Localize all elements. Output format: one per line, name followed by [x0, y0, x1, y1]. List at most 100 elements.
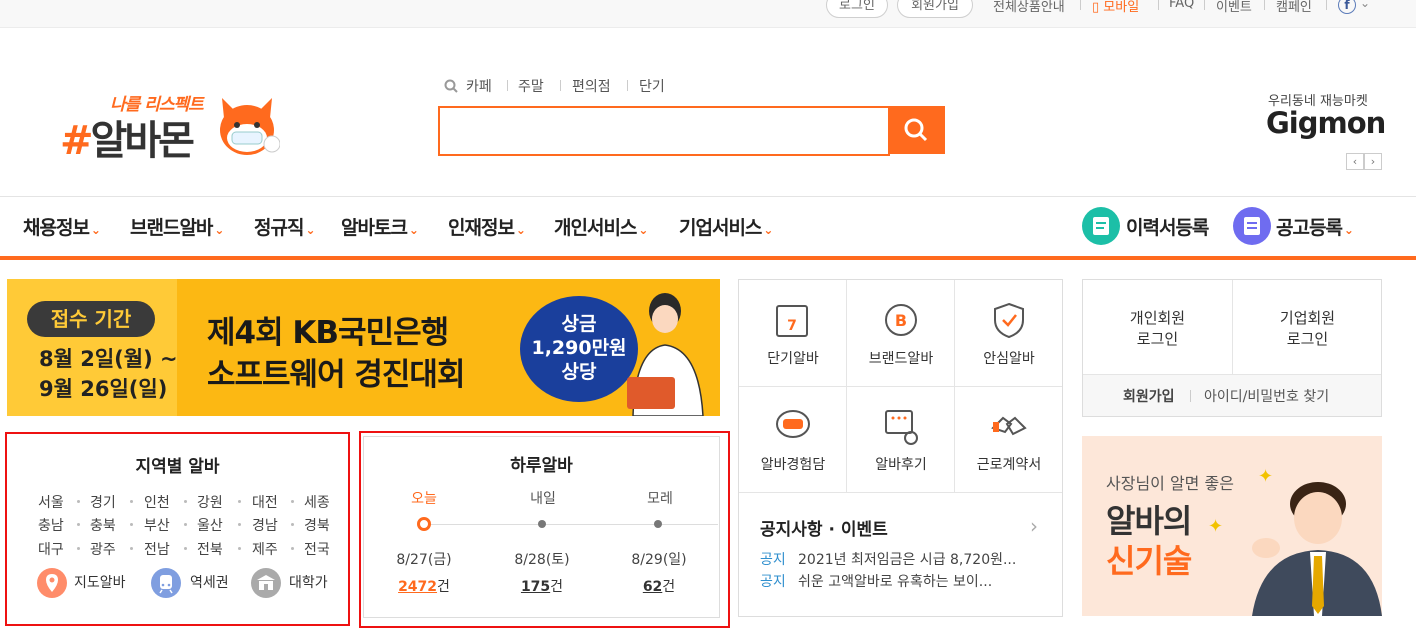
mobile-link[interactable]: ▯ 모바일 — [1092, 0, 1139, 15]
service-story[interactable]: 알바경험담 — [739, 386, 847, 492]
signup-link[interactable]: 회원가입 — [897, 0, 973, 18]
region-link[interactable]: 대전 — [252, 492, 278, 512]
side-ad-banner[interactable]: 사장님이 알면 좋은 ✦ 알바의 신기술 ✦ — [1082, 436, 1382, 616]
notice-item[interactable]: 쉬운 고액알바로 유혹하는 보이... — [798, 571, 992, 591]
region-link[interactable]: 강원 — [197, 492, 223, 512]
service-contract[interactable]: 근로계약서 — [955, 386, 1063, 492]
day-date: 8/28(토) — [514, 552, 570, 568]
separator-dot — [130, 500, 133, 503]
logo[interactable]: #알바몬 — [60, 108, 195, 166]
region-link[interactable]: 서울 — [38, 492, 64, 512]
day-date: 8/29(일) — [631, 552, 687, 568]
brand-badge-icon: B — [885, 304, 917, 336]
nav-talk[interactable]: 알바토크 ⌄ — [341, 213, 419, 240]
search-icon — [904, 118, 928, 142]
day-count-link[interactable]: 175건 — [492, 576, 592, 596]
chevron-down-icon: ⌄ — [214, 223, 224, 237]
region-link[interactable]: 인천 — [144, 492, 170, 512]
nav-fulltime[interactable]: 정규직 ⌄ — [254, 213, 316, 240]
products-link[interactable]: 전체상품안내 — [993, 0, 1065, 15]
separator-dot — [291, 500, 294, 503]
keyword-link[interactable]: 편의점 — [572, 76, 611, 96]
prev-arrow-icon[interactable]: ‹ — [1346, 153, 1364, 170]
login-label: 로그인 — [1286, 330, 1329, 348]
nav-label: 브랜드알바 — [130, 217, 213, 239]
day-tab-tomorrow[interactable]: 내일 — [503, 488, 583, 508]
keyword-link[interactable]: 주말 — [518, 76, 544, 96]
chevron-down-icon: ⌄ — [408, 223, 419, 237]
region-link[interactable]: 충북 — [90, 515, 116, 535]
login-label: 기업회원 — [1279, 309, 1336, 327]
gigmon-logo[interactable]: Gigmon — [1266, 106, 1386, 140]
search-input[interactable] — [438, 106, 890, 156]
timeline-dot-active — [417, 517, 431, 531]
university-jobs-link[interactable]: 대학가 — [289, 572, 328, 592]
service-short-term[interactable]: 7 단기알바 — [739, 280, 847, 386]
region-link[interactable]: 전국 — [304, 539, 330, 559]
region-link[interactable]: 충남 — [38, 515, 64, 535]
subway-icon — [151, 568, 181, 598]
chevron-down-icon: ⌄ — [763, 223, 773, 237]
region-link[interactable]: 대구 — [38, 539, 64, 559]
event-link[interactable]: 이벤트 — [1216, 0, 1252, 15]
service-review[interactable]: 알바후기 — [847, 386, 955, 492]
mobile-icon: ▯ — [1092, 0, 1100, 15]
login-label: 로그인 — [1136, 330, 1179, 348]
nav-corp-service[interactable]: 기업서비스 ⌄ — [679, 213, 773, 240]
corp-login-button[interactable]: 기업회원 로그인 — [1233, 308, 1382, 350]
service-brand[interactable]: B 브랜드알바 — [847, 280, 955, 386]
count-value: 62 — [642, 579, 663, 595]
nav-talent[interactable]: 인재정보 ⌄ — [448, 213, 526, 240]
chevron-down-icon[interactable]: ⌄ — [1360, 0, 1370, 10]
region-link[interactable]: 광주 — [90, 539, 116, 559]
nav-label: 개인서비스 — [554, 217, 637, 239]
personal-login-button[interactable]: 개인회원 로그인 — [1083, 308, 1232, 350]
day-tab-today[interactable]: 오늘 — [384, 488, 464, 508]
day-tab-day-after[interactable]: 모레 — [620, 488, 700, 508]
chevron-down-icon: ⌄ — [90, 223, 101, 237]
next-arrow-icon[interactable]: › — [1364, 153, 1382, 170]
map-jobs-link[interactable]: 지도알바 — [74, 572, 126, 592]
mascot-cat-icon — [220, 98, 280, 155]
service-label: 브랜드알바 — [868, 351, 934, 367]
promo-banner[interactable]: 접수 기간 8월 2일(월) ~ 9월 26일(일) 제4회 KB국민은행 소프… — [7, 279, 720, 416]
campaign-link[interactable]: 캠페인 — [1276, 0, 1312, 15]
divider — [507, 80, 508, 91]
panel-title: 하루알바 — [510, 456, 573, 476]
separator-dot — [77, 500, 80, 503]
sparkle-icon: ✦ — [1208, 516, 1224, 537]
region-link[interactable]: 전남 — [144, 539, 170, 559]
find-account-link[interactable]: 아이디/비밀번호 찾기 — [1204, 386, 1329, 406]
station-jobs-link[interactable]: 역세권 — [190, 572, 229, 592]
region-link[interactable]: 전북 — [197, 539, 223, 559]
calendar-icon: 7 — [776, 305, 808, 337]
region-link[interactable]: 경기 — [90, 492, 116, 512]
keyword-link[interactable]: 카페 — [466, 76, 492, 96]
keyword-link[interactable]: 단기 — [639, 76, 665, 96]
login-label: 개인회원 — [1129, 309, 1186, 327]
search-button[interactable] — [888, 106, 945, 154]
service-label: 단기알바 — [767, 351, 819, 367]
day-count-link[interactable]: 62건 — [609, 576, 709, 596]
chevron-down-icon: ⌄ — [515, 223, 526, 237]
job-post-button[interactable]: 공고등록 ⌄ — [1276, 213, 1354, 240]
service-safe[interactable]: 안심알바 — [955, 280, 1063, 386]
notice-item[interactable]: 2021년 최저임금은 시급 8,720원... — [798, 549, 1016, 569]
region-link[interactable]: 부산 — [144, 515, 170, 535]
region-link[interactable]: 제주 — [252, 539, 278, 559]
login-link[interactable]: 로그인 — [826, 0, 888, 18]
signup-link[interactable]: 회원가입 — [1123, 386, 1175, 406]
day-count-link[interactable]: 2472건 — [374, 576, 474, 596]
facebook-icon[interactable]: f — [1338, 0, 1356, 14]
faq-link[interactable]: FAQ — [1169, 0, 1194, 11]
region-link[interactable]: 경남 — [252, 515, 278, 535]
notice-title[interactable]: 공지사항 · 이벤트 — [760, 515, 888, 540]
resume-register-button[interactable]: 이력서등록 — [1126, 213, 1209, 240]
chevron-right-icon[interactable]: › — [1030, 514, 1038, 538]
region-link[interactable]: 경북 — [304, 515, 330, 535]
region-link[interactable]: 울산 — [197, 515, 223, 535]
nav-brand[interactable]: 브랜드알바 ⌄ — [130, 213, 224, 240]
region-link[interactable]: 세종 — [304, 492, 330, 512]
nav-personal-service[interactable]: 개인서비스 ⌄ — [554, 213, 648, 240]
nav-jobs[interactable]: 채용정보 ⌄ — [23, 213, 101, 240]
